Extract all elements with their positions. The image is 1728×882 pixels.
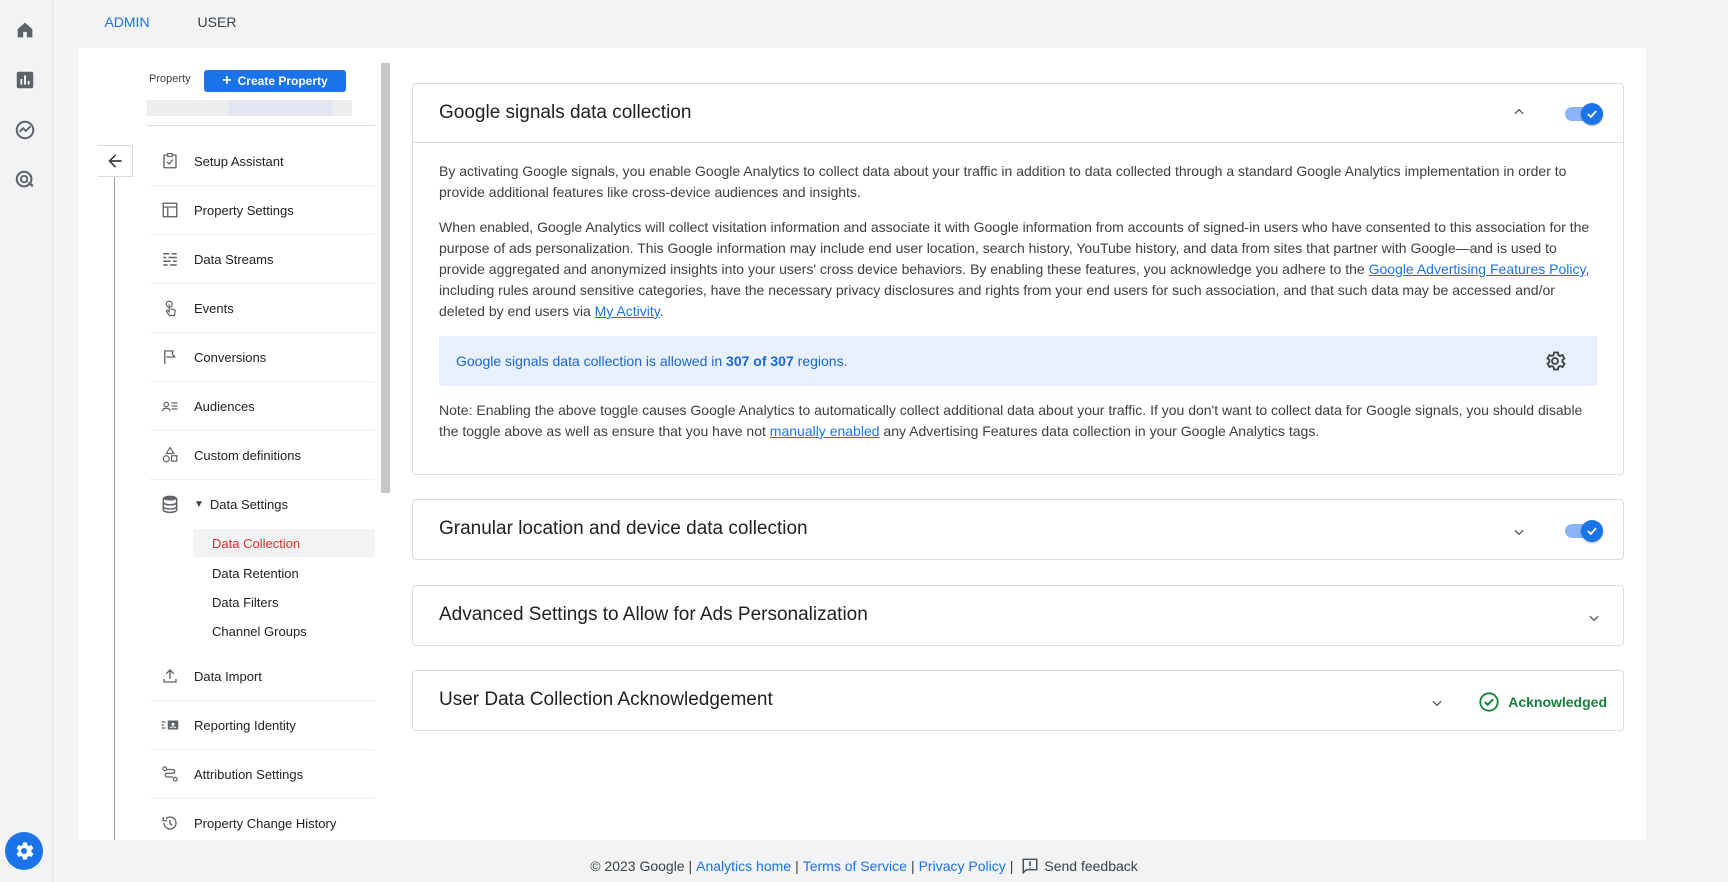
granular-title: Granular location and device data collec… [439, 518, 808, 539]
upload-icon [160, 666, 180, 686]
google-signals-card: Google signals data collection By activa… [412, 83, 1624, 475]
checklist-icon [160, 151, 180, 171]
nav-data-import[interactable]: Data Import [150, 652, 375, 701]
sub-nav-data-collection[interactable]: Data Collection [193, 529, 375, 557]
advanced-ads-card[interactable]: Advanced Settings to Allow for Ads Perso… [412, 585, 1624, 646]
nav-property-settings[interactable]: Property Settings [150, 186, 375, 235]
chevron-down-icon[interactable] [1509, 522, 1529, 542]
nav-label: Data Streams [194, 251, 274, 267]
sub-nav-data-retention[interactable]: Data Retention [193, 559, 375, 587]
tab-admin[interactable]: ADMIN [78, 0, 176, 50]
sub-nav-channel-groups[interactable]: Channel Groups [193, 617, 375, 645]
nav-conversions[interactable]: Conversions [150, 333, 375, 382]
nav-label: Conversions [194, 349, 267, 365]
advanced-header[interactable]: Advanced Settings to Allow for Ads Perso… [413, 586, 1623, 644]
granular-toggle[interactable] [1565, 519, 1603, 542]
property-label: Property [149, 73, 191, 85]
collapse-nav-button[interactable] [98, 145, 133, 177]
nav-events[interactable]: Events [150, 284, 375, 333]
nav-label: Events [194, 300, 234, 316]
chevron-down-icon[interactable] [1584, 608, 1604, 628]
nav-label: Audiences [194, 398, 255, 414]
nav-property-change-history[interactable]: Property Change History [150, 799, 375, 847]
left-rail [0, 0, 53, 882]
create-property-label: Create Property [237, 74, 328, 88]
streams-icon [160, 249, 180, 269]
nav-setup-assistant[interactable]: Setup Assistant [150, 137, 375, 186]
nav-attribution-settings[interactable]: Attribution Settings [150, 750, 375, 799]
advertising-policy-link[interactable]: Google Advertising Features Policy [1369, 261, 1586, 277]
nav-label: Data Import [194, 668, 262, 684]
history-icon [160, 813, 180, 833]
ack-title: User Data Collection Acknowledgement [439, 689, 773, 710]
nav-reporting-identity[interactable]: Reporting Identity [150, 701, 375, 750]
footer: © 2023 Google | Analytics home | Terms o… [590, 857, 1138, 875]
advertising-icon[interactable] [12, 167, 38, 193]
audiences-icon [160, 396, 180, 416]
privacy-link[interactable]: Privacy Policy [919, 858, 1006, 874]
property-selector[interactable] [147, 100, 352, 116]
nav-label: Property Change History [194, 815, 337, 831]
admin-user-tabs: ADMIN USER [78, 0, 258, 50]
nav-custom-definitions[interactable]: Custom definitions [150, 431, 375, 480]
google-signals-body: By activating Google signals, you enable… [413, 142, 1623, 442]
google-signals-header[interactable]: Google signals data collection [413, 84, 1623, 142]
check-icon [1581, 520, 1603, 542]
manually-enabled-link[interactable]: manually enabled [770, 423, 880, 439]
explore-icon[interactable] [12, 117, 38, 143]
nav-label: Custom definitions [194, 447, 301, 463]
tab-user[interactable]: USER [176, 0, 258, 48]
regions-text: Google signals data collection is allowe… [456, 352, 848, 369]
nav-label: Setup Assistant [194, 153, 284, 169]
chevron-up-icon[interactable] [1509, 102, 1529, 122]
create-property-button[interactable]: + Create Property [204, 70, 346, 92]
caret-down-icon: ▼ [194, 498, 204, 510]
arrow-back-icon [108, 154, 122, 168]
google-signals-toggle[interactable] [1565, 102, 1603, 125]
terms-link[interactable]: Terms of Service [803, 858, 907, 874]
attribution-icon [160, 764, 180, 784]
plus-icon: + [222, 72, 232, 89]
reports-icon[interactable] [12, 67, 38, 93]
send-feedback-button[interactable]: Send feedback [1021, 857, 1138, 875]
check-circle-icon [1479, 692, 1499, 712]
signals-consent-text: When enabled, Google Analytics will coll… [439, 219, 1590, 319]
nav-scrollbar[interactable] [381, 63, 390, 493]
user-data-ack-card[interactable]: User Data Collection Acknowledgement Ack… [412, 670, 1624, 731]
copyright: © 2023 Google | [590, 858, 693, 874]
nav-audiences[interactable]: Audiences [150, 382, 375, 431]
signals-note: Note: Enabling the above toggle causes G… [439, 402, 1583, 439]
regions-info-box: Google signals data collection is allowe… [439, 336, 1597, 386]
nav-data-streams[interactable]: Data Streams [150, 235, 375, 284]
ack-header[interactable]: User Data Collection Acknowledgement Ack… [413, 671, 1623, 729]
nav-label: Reporting Identity [194, 717, 296, 733]
nav-label: Attribution Settings [194, 766, 304, 782]
nav-label: Property Settings [194, 202, 294, 218]
analytics-home-link[interactable]: Analytics home [696, 858, 791, 874]
google-signals-title: Google signals data collection [439, 102, 692, 123]
nav-tree-line [114, 158, 115, 840]
nav-label: Data Settings [209, 496, 288, 512]
sub-nav-data-filters[interactable]: Data Filters [193, 588, 375, 616]
acknowledged-status: Acknowledged [1478, 691, 1607, 713]
nav-data-settings[interactable]: ▼ Data Settings [150, 480, 375, 528]
window-icon [160, 200, 180, 220]
touch-icon [160, 298, 180, 318]
region-settings-gear-icon[interactable] [1543, 349, 1567, 373]
flag-icon [160, 347, 180, 367]
property-selector-underline [147, 125, 375, 126]
shapes-icon [160, 445, 180, 465]
advanced-title: Advanced Settings to Allow for Ads Perso… [439, 604, 868, 625]
signals-description: By activating Google signals, you enable… [439, 163, 1567, 200]
granular-data-card[interactable]: Granular location and device data collec… [412, 499, 1624, 560]
identity-icon [160, 715, 180, 735]
database-icon [160, 494, 180, 514]
my-activity-link[interactable]: My Activity [595, 303, 660, 319]
home-icon[interactable] [12, 17, 38, 43]
chevron-down-icon[interactable] [1427, 693, 1447, 713]
feedback-icon [1022, 858, 1038, 875]
check-icon [1581, 103, 1603, 125]
granular-header[interactable]: Granular location and device data collec… [413, 500, 1623, 558]
